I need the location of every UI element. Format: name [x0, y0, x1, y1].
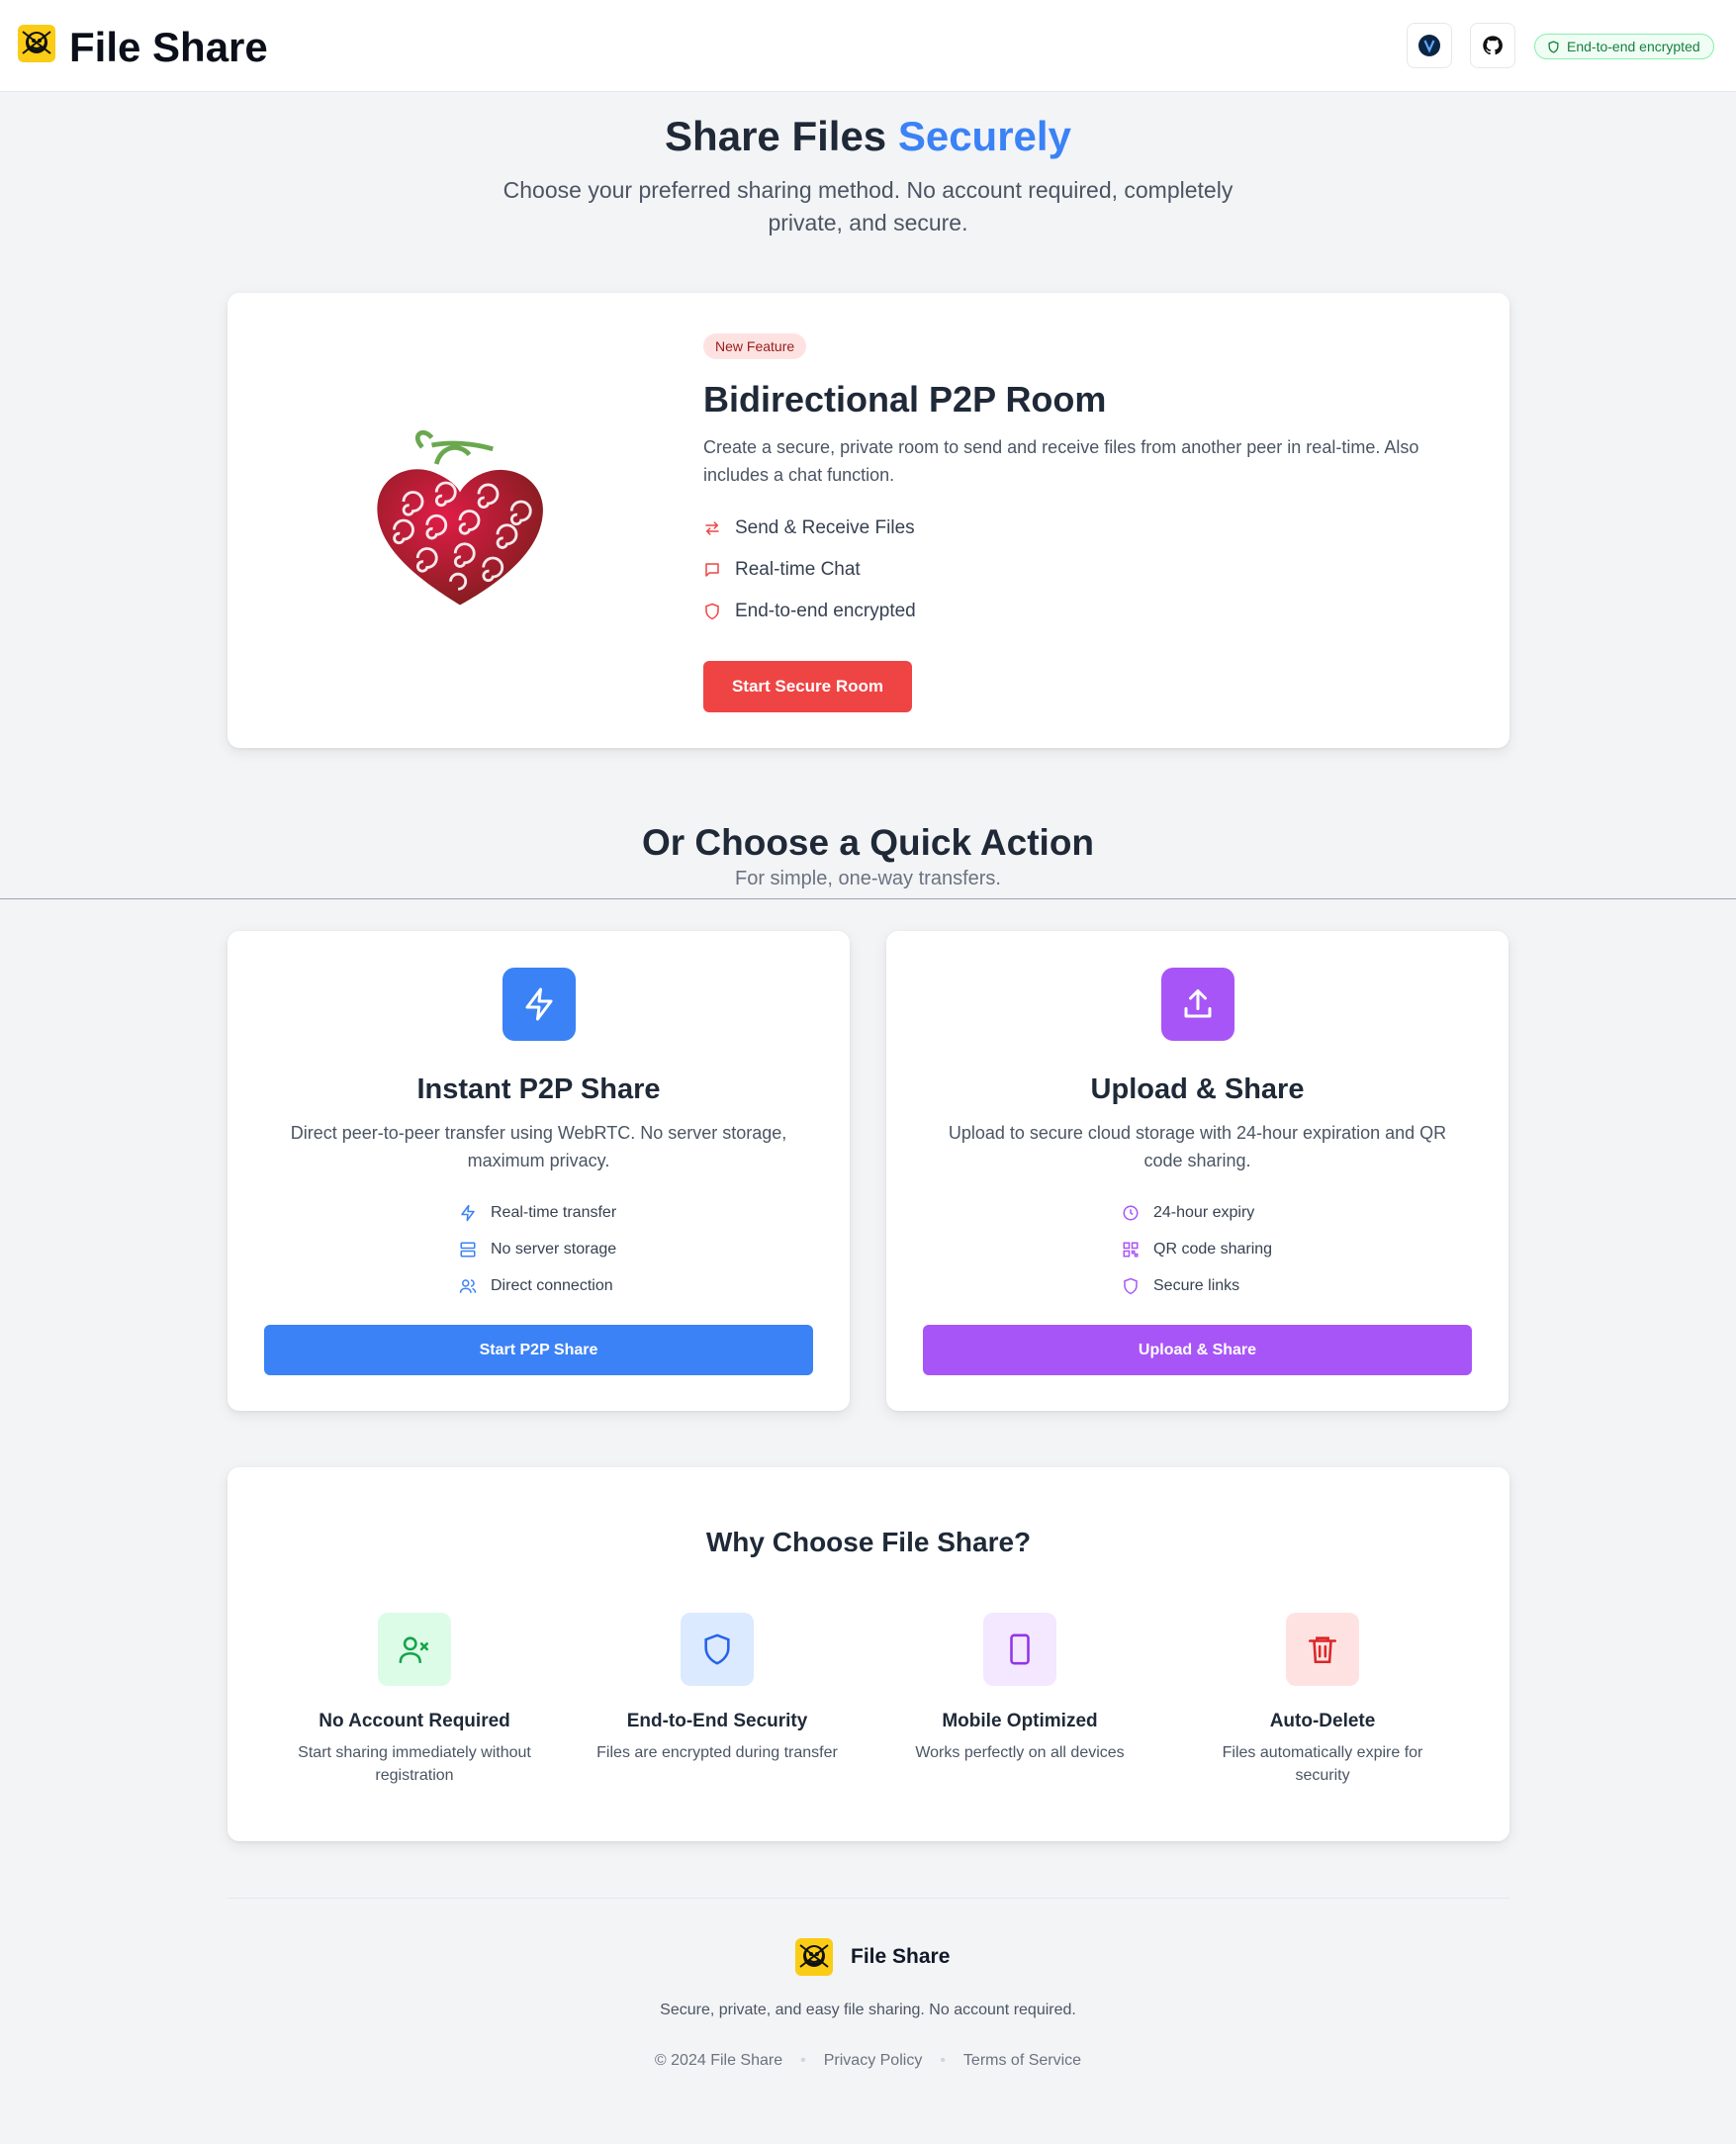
quick-action-title: Or Choose a Quick Action	[641, 822, 1095, 863]
shield-icon	[1548, 41, 1559, 53]
why-item: No Account Required Start sharing immedi…	[286, 1613, 543, 1787]
why-item-name: Mobile Optimized	[942, 1711, 1098, 1731]
encryption-badge: End-to-end encrypted	[1534, 34, 1714, 59]
trash-icon	[1308, 1636, 1337, 1664]
upload-description: Upload to secure cloud storage with 24-h…	[948, 1123, 1447, 1170]
devil-fruit-illustration	[377, 430, 543, 606]
room-feature-label: Real-time Chat	[735, 559, 861, 580]
why-choose-card: Why Choose File Share? No Account Requir…	[228, 1467, 1509, 1841]
why-item-desc: Start sharing immediately without regist…	[298, 1744, 531, 1784]
upload-feature-label: Secure links	[1153, 1277, 1240, 1294]
p2p-feature-label: Real-time transfer	[491, 1204, 617, 1221]
footer-copyright: © 2024 File Share	[654, 2052, 783, 2069]
shield-icon	[704, 1633, 730, 1665]
vercel-button[interactable]	[1407, 23, 1452, 68]
hero-subtitle: Choose your preferred sharing method. No…	[503, 177, 1233, 235]
github-button[interactable]	[1470, 23, 1515, 68]
p2p-feature-label: No server storage	[491, 1241, 617, 1258]
upload-icon-tile	[1161, 968, 1234, 1041]
room-feature-label: Send & Receive Files	[735, 517, 915, 538]
smartphone-icon	[1010, 1633, 1030, 1665]
room-feature-item: End-to-end encrypted	[703, 598, 916, 625]
footer-links: © 2024 File Share • Privacy Policy • Terms o…	[0, 2049, 1736, 2073]
why-item-desc: Works perfectly on all devices	[915, 1744, 1125, 1761]
server-icon	[460, 1242, 476, 1258]
room-feature-item: Real-time Chat	[703, 556, 861, 584]
room-title: Bidirectional P2P Room	[703, 379, 1107, 419]
terms-of-service-link[interactable]: Terms of Service	[963, 2052, 1081, 2069]
why-item-name: No Account Required	[319, 1711, 510, 1731]
p2p-feature-item: No server storage	[459, 1237, 616, 1262]
shield-icon	[705, 603, 719, 620]
p2p-feature-item: Real-time transfer	[459, 1200, 616, 1226]
p2p-feature-item: Direct connection	[459, 1273, 613, 1299]
p2p-room-card: New Feature Bidirectional P2P Room Creat…	[228, 293, 1509, 748]
why-item: End-to-End Security Files are encrypted …	[589, 1613, 846, 1764]
new-feature-badge: New Feature	[703, 333, 807, 359]
v-badge-icon	[1418, 35, 1440, 56]
why-item-name: End-to-End Security	[626, 1711, 808, 1731]
quick-action-subtitle: For simple, one-way transfers.	[735, 868, 1001, 889]
upload-share-button[interactable]: Upload & Share	[923, 1325, 1472, 1375]
p2p-feature-label: Direct connection	[491, 1277, 613, 1294]
footer-brand: File Share	[851, 1945, 951, 1968]
hero-title: Share Files Securely	[0, 109, 1736, 164]
user-x-icon	[399, 1636, 429, 1664]
upload-feature-item: 24-hour expiry	[1122, 1200, 1254, 1226]
users-icon	[459, 1279, 477, 1293]
room-feature-label: End-to-end encrypted	[735, 601, 916, 621]
why-item-desc: Files are encrypted during transfer	[596, 1744, 838, 1761]
why-icon-tile	[983, 1613, 1056, 1686]
top-header: File Share End-to-end encrypted	[0, 0, 1736, 92]
why-icon-tile	[1286, 1613, 1359, 1686]
why-item: Mobile Optimized Works perfectly on all …	[891, 1613, 1148, 1764]
upload-share-card: Upload & Share Upload to secure cloud st…	[886, 931, 1508, 1411]
room-feature-item: Send & Receive Files	[703, 514, 915, 542]
hero-title-prefix: Share Files	[665, 113, 898, 159]
encryption-badge-label: End-to-end encrypted	[1567, 39, 1700, 54]
upload-icon	[1184, 989, 1212, 1018]
why-item-desc: Files automatically expire for security	[1222, 1744, 1423, 1784]
why-item-name: Auto-Delete	[1269, 1711, 1376, 1731]
why-title: Why Choose File Share?	[705, 1527, 1032, 1557]
why-icon-tile	[378, 1613, 451, 1686]
github-icon	[1483, 36, 1503, 55]
brand-title[interactable]: File Share	[69, 22, 268, 73]
room-description: Create a secure, private room to send an…	[703, 437, 1419, 485]
p2p-title: Instant P2P Share	[416, 1073, 661, 1105]
upload-feature-item: Secure links	[1122, 1273, 1239, 1299]
bolt-icon	[461, 1204, 475, 1222]
p2p-description: Direct peer-to-peer transfer using WebRT…	[290, 1123, 787, 1170]
why-item: Auto-Delete Files automatically expire f…	[1194, 1613, 1451, 1787]
upload-feature-label: 24-hour expiry	[1153, 1204, 1255, 1221]
clock-icon	[1123, 1205, 1139, 1221]
chat-icon	[705, 563, 719, 577]
section-divider	[0, 898, 1736, 899]
footer-tagline: Secure, private, and easy file sharing. …	[660, 2002, 1076, 2018]
jolly-roger-logo-icon[interactable]	[17, 24, 56, 63]
qr-code-icon	[1123, 1242, 1139, 1258]
upload-title: Upload & Share	[1090, 1073, 1305, 1105]
start-p2p-share-button[interactable]: Start P2P Share	[264, 1325, 813, 1375]
privacy-policy-link[interactable]: Privacy Policy	[824, 2052, 923, 2069]
upload-feature-item: QR code sharing	[1122, 1237, 1272, 1262]
why-icon-tile	[681, 1613, 754, 1686]
jolly-roger-logo-icon	[795, 1938, 833, 1976]
p2p-icon-tile	[503, 968, 576, 1041]
shield-icon	[1124, 1277, 1138, 1295]
arrows-swap-icon	[705, 521, 719, 535]
footer-separator: •	[940, 2052, 946, 2069]
instant-p2p-card: Instant P2P Share Direct peer-to-peer tr…	[228, 931, 850, 1411]
start-secure-room-button[interactable]: Start Secure Room	[703, 661, 912, 712]
footer-separator: •	[800, 2052, 806, 2069]
footer-divider	[228, 1898, 1509, 1899]
hero-title-accent: Securely	[897, 113, 1071, 159]
upload-feature-label: QR code sharing	[1153, 1241, 1273, 1258]
bolt-icon	[525, 987, 553, 1021]
